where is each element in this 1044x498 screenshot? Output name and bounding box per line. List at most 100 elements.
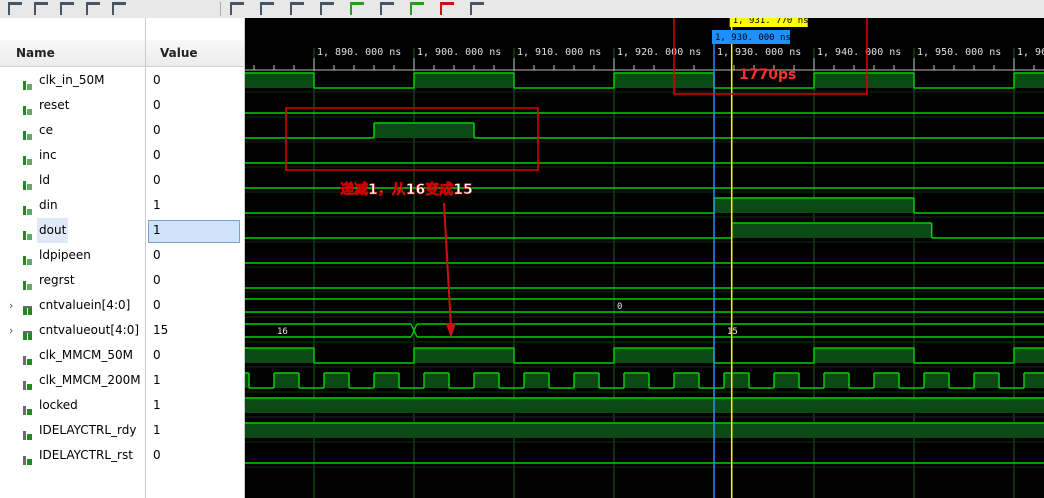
high-fill — [674, 373, 699, 388]
go-end-icon[interactable] — [260, 2, 274, 15]
secondary-cursor-label: 1, 930. 000 ns — [715, 33, 791, 43]
value-row[interactable]: 0 — [146, 118, 244, 143]
value-row[interactable]: 0 — [146, 93, 244, 118]
zoom-in-icon[interactable] — [60, 2, 74, 15]
value-row[interactable]: 0 — [146, 443, 244, 468]
signal-value: 1 — [153, 398, 161, 412]
value-row[interactable]: 15 — [146, 318, 244, 343]
zoom-out-icon[interactable] — [86, 2, 100, 15]
bus-value-label: 16 — [277, 327, 288, 337]
high-fill — [714, 198, 914, 213]
signal-row[interactable]: locked — [0, 393, 145, 418]
add-marker-icon[interactable] — [350, 2, 364, 15]
high-fill — [414, 73, 514, 88]
high-fill — [474, 373, 499, 388]
expand-caret-icon[interactable]: › — [9, 318, 13, 343]
clk-in-50m-waveform — [245, 72, 1044, 89]
high-fill — [774, 373, 799, 388]
high-fill — [1014, 73, 1044, 88]
value-row[interactable]: 1 — [146, 218, 244, 243]
annotations: 1770ps 递减1，从16变成15 — [285, 18, 868, 338]
waveform-view[interactable]: 1, 890. 000 ns 1, 900. 000 ns 1, 910. 000 … — [245, 18, 1044, 498]
clk-mmcm-200m-waveform — [245, 372, 1044, 389]
ruler-tick-label: 1, 900. 000 ns — [417, 47, 501, 58]
expand-caret-icon[interactable]: › — [9, 293, 13, 318]
ruler-tick-label: 1, 940. 000 ns — [817, 47, 901, 58]
value-row[interactable]: 0 — [146, 243, 244, 268]
bus-signal-icon — [22, 325, 33, 340]
value-row[interactable]: 0 — [146, 68, 244, 93]
high-fill — [824, 373, 849, 388]
decrement-arrow-head — [446, 323, 456, 338]
value-row[interactable]: 1 — [146, 368, 244, 393]
value-row[interactable]: 0 — [146, 168, 244, 193]
signal-row[interactable]: IDELAYCTRL_rdy — [0, 418, 145, 443]
signal-name: regrst — [39, 273, 75, 287]
value-row[interactable]: 0 — [146, 343, 244, 368]
signal-row[interactable]: reset — [0, 93, 145, 118]
value-column-header[interactable]: Value — [146, 40, 244, 67]
go-start-icon[interactable] — [230, 2, 244, 15]
value-row[interactable]: 1 — [146, 418, 244, 443]
signal-row[interactable]: › cntvalueout[4:0] — [0, 318, 145, 343]
high-fill — [731, 223, 932, 238]
value-row[interactable]: 0 — [146, 268, 244, 293]
signal-icon — [22, 175, 33, 190]
internal-signal-icon — [22, 400, 33, 415]
close-icon[interactable] — [440, 2, 454, 15]
signal-icon — [22, 225, 33, 240]
value-row[interactable]: 1 — [146, 393, 244, 418]
waveform-canvas[interactable]: 1, 890. 000 ns 1, 900. 000 ns 1, 910. 000 … — [245, 18, 1044, 498]
name-column-header[interactable]: Name — [0, 40, 145, 67]
prev-edge-icon[interactable] — [290, 2, 304, 15]
bus-value-label: 0 — [617, 302, 622, 312]
marker-icon[interactable] — [112, 2, 126, 15]
signal-name: dout — [37, 218, 69, 243]
signal-row[interactable]: IDELAYCTRL_rst — [0, 443, 145, 468]
signal-value: 0 — [153, 298, 161, 312]
signal-row[interactable]: clk_MMCM_50M — [0, 343, 145, 368]
signal-name: ldpipeen — [39, 248, 91, 262]
high-fill — [1024, 373, 1044, 388]
signal-row[interactable]: dout — [0, 218, 145, 243]
signal-row[interactable]: › cntvaluein[4:0] — [0, 293, 145, 318]
selected-value-highlight — [148, 220, 240, 243]
signal-name: locked — [39, 398, 78, 412]
signal-row[interactable]: ce — [0, 118, 145, 143]
zoom-fit-icon[interactable] — [8, 2, 22, 15]
high-fill — [374, 123, 474, 138]
time-ruler: 1, 890. 000 ns 1, 900. 000 ns 1, 910. 000 … — [245, 47, 1044, 71]
snap-icon[interactable] — [410, 2, 424, 15]
signal-row[interactable]: regrst — [0, 268, 145, 293]
signal-value: 0 — [153, 73, 161, 87]
signal-row[interactable]: din — [0, 193, 145, 218]
din-waveform — [245, 197, 1044, 214]
ruler-tick-label: 1, 910. 000 ns — [517, 47, 601, 58]
clk-mmcm-50m-waveform — [245, 347, 1044, 364]
bus-signal-icon — [22, 300, 33, 315]
save-icon[interactable] — [34, 2, 48, 15]
decrement-annotation-label: 递减1，从16变成15 — [340, 181, 473, 198]
signal-icon — [22, 150, 33, 165]
dout-waveform — [245, 222, 1044, 239]
signal-row[interactable]: clk_MMCM_200M — [0, 368, 145, 393]
signal-name: clk_in_50M — [39, 73, 105, 87]
signal-value: 0 — [153, 98, 161, 112]
signal-value: 0 — [153, 248, 161, 262]
value-row[interactable]: 0 — [146, 143, 244, 168]
value-row[interactable]: 1 — [146, 193, 244, 218]
high-fill — [414, 348, 514, 363]
signal-row[interactable]: ldpipeen — [0, 243, 145, 268]
ruler-tick-label: 1, 960 — [1017, 47, 1044, 58]
signal-name: din — [39, 198, 58, 212]
high-fill — [324, 373, 349, 388]
signal-row[interactable]: clk_in_50M — [0, 68, 145, 93]
high-fill — [814, 73, 914, 88]
signal-row[interactable]: ld — [0, 168, 145, 193]
ce-waveform — [245, 122, 1044, 139]
value-row[interactable]: 0 — [146, 293, 244, 318]
next-edge-icon[interactable] — [320, 2, 334, 15]
swap-cursor-icon[interactable] — [380, 2, 394, 15]
signal-row[interactable]: inc — [0, 143, 145, 168]
expand-icon[interactable] — [470, 2, 484, 15]
